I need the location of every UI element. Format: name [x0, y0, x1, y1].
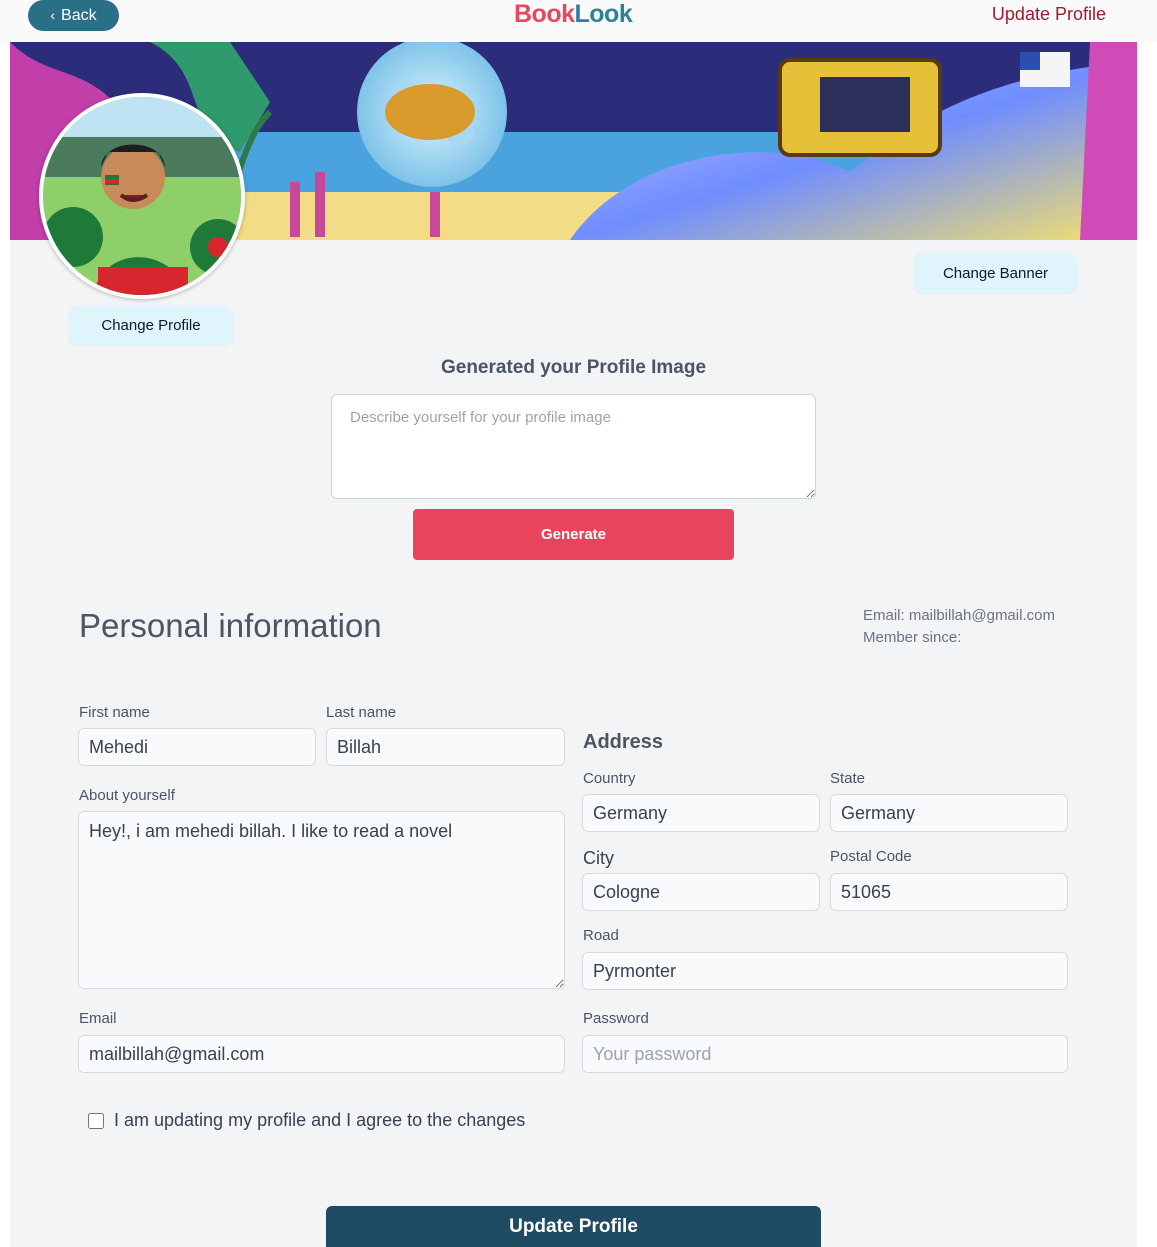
road-label: Road [583, 927, 619, 944]
generate-button[interactable]: Generate [413, 509, 734, 560]
last-name-label: Last name [326, 704, 397, 721]
profile-avatar-image [39, 93, 245, 299]
profile-panel: Change Banner Change Profile Generated y… [10, 42, 1137, 1247]
account-email-text: Email: mailbillah@gmail.com [863, 607, 1055, 624]
country-label: Country [583, 770, 636, 787]
change-profile-button[interactable]: Change Profile [69, 306, 233, 345]
change-banner-button[interactable]: Change Banner [914, 253, 1077, 293]
state-field[interactable] [830, 794, 1068, 832]
agree-row[interactable]: I am updating my profile and I agree to … [88, 1110, 525, 1131]
back-label: Back [61, 6, 97, 24]
password-label: Password [583, 1010, 649, 1027]
profile-image-prompt-input[interactable] [331, 394, 816, 499]
address-title: Address [583, 731, 664, 753]
email-field[interactable] [78, 1035, 565, 1073]
agree-checkbox[interactable] [88, 1112, 104, 1129]
account-meta: Email: mailbillah@gmail.com Member since… [863, 605, 1055, 649]
postal-code-field[interactable] [830, 873, 1068, 911]
last-name-field[interactable] [326, 728, 565, 766]
generator-title: Generated your Profile Image [440, 357, 707, 378]
city-label: City [583, 848, 614, 868]
update-profile-link[interactable]: Update Profile [992, 4, 1106, 25]
update-profile-button[interactable]: Update Profile [326, 1206, 821, 1247]
back-button[interactable]: ‹ Back [28, 0, 119, 31]
brand-logo[interactable]: BookLook [514, 0, 633, 29]
logo-part-book: Book [514, 0, 575, 28]
member-since-text: Member since: [863, 629, 962, 646]
postal-code-label: Postal Code [830, 848, 912, 865]
city-field[interactable] [582, 873, 820, 911]
road-field[interactable] [582, 952, 1068, 990]
about-textarea[interactable]: Hey!, i am mehedi billah. I like to read… [78, 811, 565, 989]
first-name-field[interactable] [78, 728, 316, 766]
password-field[interactable] [582, 1035, 1068, 1073]
top-bar: ‹ Back BookLook Update Profile [0, 0, 1157, 42]
about-label: About yourself [79, 787, 175, 804]
first-name-label: First name [79, 704, 150, 721]
chevron-left-icon: ‹ [50, 6, 56, 23]
logo-part-look: Look [574, 0, 633, 28]
personal-info-title: Personal information [79, 607, 382, 644]
state-label: State [830, 770, 866, 787]
agree-text: I am updating my profile and I agree to … [114, 1110, 526, 1130]
email-label: Email [79, 1010, 117, 1027]
country-field[interactable] [582, 794, 820, 832]
